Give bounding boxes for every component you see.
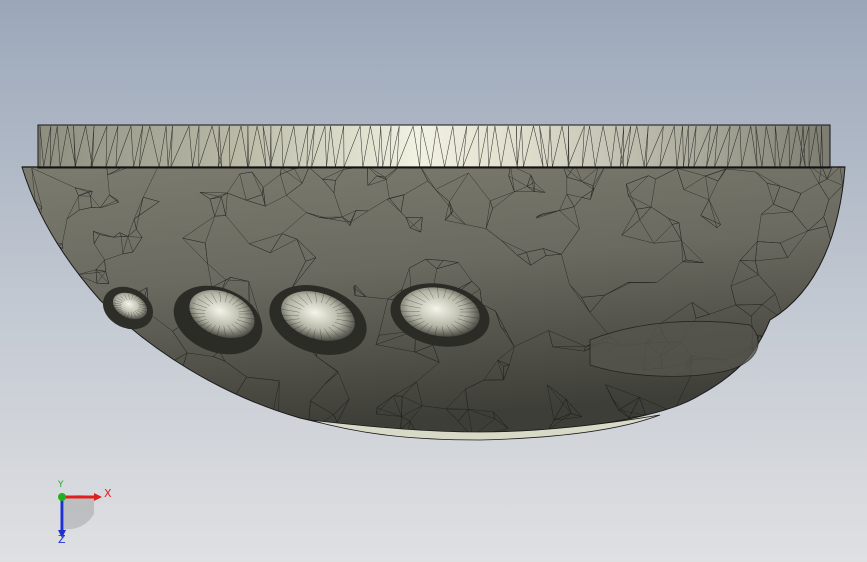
y-axis-label: Y (58, 480, 64, 490)
z-axis-label: Z (58, 533, 66, 546)
x-axis-label: X (104, 487, 112, 500)
bowl-mesh-model[interactable] (0, 0, 867, 562)
graphics-viewport[interactable]: X Y Z (0, 0, 867, 562)
bowl-rim (22, 124, 845, 169)
view-orientation-triad: X Y Z (40, 478, 120, 548)
